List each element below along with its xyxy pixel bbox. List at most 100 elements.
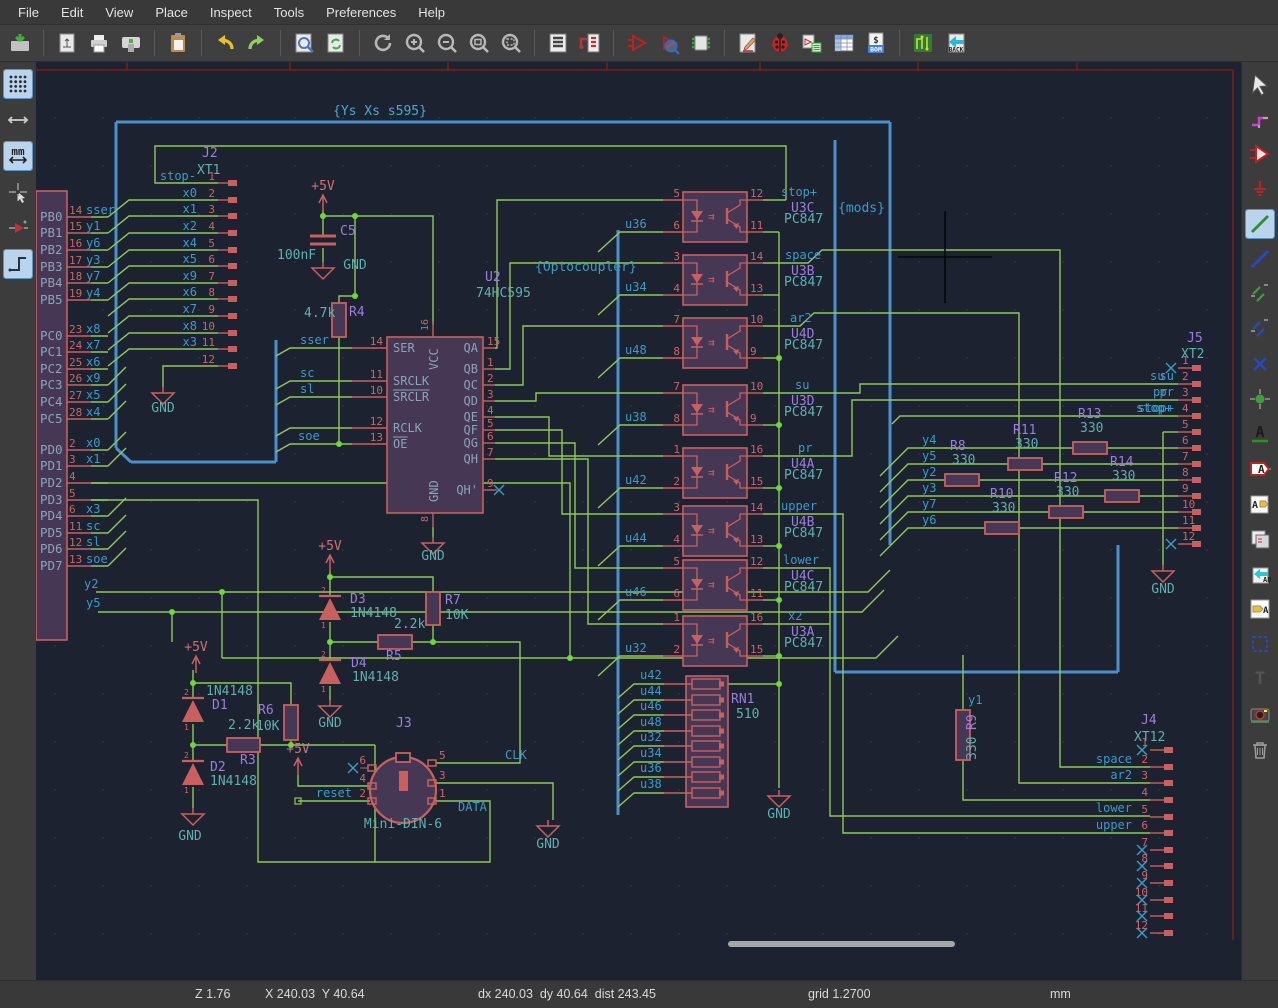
pin-number[interactable]: 12 — [1182, 530, 1195, 543]
plot-button[interactable] — [117, 29, 145, 57]
net-label-y1[interactable]: y1 — [968, 693, 982, 707]
zoom-fit-button[interactable] — [465, 29, 493, 57]
res-R11[interactable] — [1008, 458, 1042, 470]
hv-orientation-button[interactable] — [4, 250, 32, 278]
res-R8[interactable] — [945, 474, 979, 486]
mcu-pin-name[interactable]: PD1 — [40, 458, 63, 473]
net-label-y2[interactable]: y2 — [84, 577, 98, 591]
net-label-x5[interactable]: x5 — [86, 388, 100, 402]
net-label-u32[interactable]: u32 — [640, 730, 662, 744]
junction-dot[interactable] — [776, 422, 782, 428]
res-R14[interactable] — [1105, 490, 1139, 502]
pin-number[interactable]: 1 — [321, 621, 326, 630]
junction-dot[interactable] — [352, 213, 358, 219]
ref-R11[interactable]: R11 — [1013, 423, 1036, 438]
pin-number[interactable]: 2 — [359, 787, 366, 800]
pin-number[interactable]: 12 — [202, 353, 215, 366]
net-label-space[interactable]: space — [1096, 752, 1132, 766]
res-R13[interactable] — [1073, 442, 1107, 454]
pin-number[interactable]: 6 — [208, 253, 215, 266]
gnd-label[interactable]: GND — [767, 807, 791, 822]
pin-number[interactable]: 8 — [208, 286, 215, 299]
power-5v-label[interactable]: +5V — [318, 539, 342, 554]
net-label-lower[interactable]: lower — [1096, 801, 1132, 815]
hierarchy-navigator-button[interactable] — [544, 29, 572, 57]
pin-number[interactable]: 2 — [69, 437, 76, 450]
junction-dot[interactable] — [776, 543, 782, 549]
find-button[interactable] — [290, 29, 318, 57]
net-label-soe[interactable]: soe — [86, 552, 108, 566]
ref-R12[interactable]: R12 — [1054, 471, 1077, 486]
pin-number[interactable]: 1 — [487, 356, 494, 369]
rn1-resistor[interactable] — [692, 741, 720, 751]
pin-number[interactable]: 4 — [359, 772, 366, 785]
net-label-y6[interactable]: y6 — [922, 513, 936, 527]
net-label-x0[interactable]: x0 — [183, 186, 197, 200]
j2-pin-pad[interactable] — [228, 263, 237, 269]
J4-pin-pad[interactable] — [1164, 797, 1173, 803]
junction-dot[interactable] — [190, 742, 196, 748]
J5-pin-pad[interactable] — [1192, 365, 1201, 371]
net-label-y3[interactable]: y3 — [922, 481, 936, 495]
units-inch-button[interactable] — [4, 106, 32, 134]
J5-pin-pad[interactable] — [1192, 477, 1201, 483]
ref-D1[interactable]: D1 — [212, 698, 228, 713]
net-label-y5[interactable]: y5 — [922, 449, 936, 463]
pin-number[interactable]: 3 — [439, 769, 446, 782]
net-label-sl[interactable]: sl — [86, 535, 100, 549]
val-R4[interactable]: 4.7k — [304, 306, 335, 321]
pin-number[interactable]: 12 — [370, 415, 383, 428]
val-U3A[interactable]: PC847 — [784, 636, 823, 651]
net-label-x0[interactable]: x0 — [86, 436, 100, 450]
pin-number[interactable]: 4 — [673, 533, 680, 546]
menu-inspect[interactable]: Inspect — [200, 2, 262, 23]
J4-pin-pad[interactable] — [1164, 814, 1173, 820]
junction-button[interactable] — [1246, 385, 1274, 413]
page-settings-button[interactable] — [53, 29, 81, 57]
net-label-x9[interactable]: x9 — [86, 371, 100, 385]
pin-number[interactable]: 5 — [69, 487, 76, 500]
pin-number[interactable]: 1 — [321, 685, 326, 694]
junction-dot[interactable] — [352, 293, 358, 299]
ref-R6[interactable]: R6 — [258, 703, 274, 718]
graphic-lines-button[interactable] — [1246, 630, 1274, 658]
ref-R4[interactable]: R4 — [349, 305, 365, 320]
val-J3[interactable]: Mini-DIN-6 — [364, 817, 442, 832]
pin-number[interactable]: 8 — [420, 516, 431, 522]
rn1-resistor[interactable] — [692, 726, 720, 736]
wire-to-bus-entry-button[interactable] — [1246, 280, 1274, 308]
net-label-CLK[interactable]: CLK — [505, 748, 527, 762]
pin-number[interactable]: 1 — [208, 170, 215, 183]
leave-sheet-button[interactable] — [576, 29, 604, 57]
pin-number[interactable]: 9 — [208, 303, 215, 316]
pin-number[interactable]: 3 — [1182, 386, 1189, 399]
net-label-x8[interactable]: x8 — [86, 322, 100, 336]
J4-pin-pad[interactable] — [1164, 780, 1173, 786]
net-label-u34[interactable]: u34 — [625, 280, 647, 294]
mcu-pin-name[interactable]: PB4 — [40, 275, 63, 290]
mcu-pin-name[interactable]: PD7 — [40, 558, 63, 573]
import-sheet-pin-button[interactable]: AD — [1246, 560, 1274, 588]
net-label-stop-[interactable]: stop- — [160, 169, 196, 183]
pin-number[interactable]: 2 — [184, 751, 189, 760]
pin-number[interactable]: 10 — [1135, 886, 1148, 899]
pin-number[interactable]: 26 — [69, 372, 82, 385]
mcu-pin-name[interactable]: PD3 — [40, 492, 63, 507]
ref-J5[interactable]: J5 — [1187, 331, 1203, 346]
pin-number[interactable]: 14 — [69, 204, 83, 217]
cursor-shape-button[interactable] — [4, 178, 32, 206]
ref-D4[interactable]: D4 — [351, 656, 367, 671]
u2-pin-SER[interactable]: SER — [393, 341, 415, 355]
hierarchical-label-button[interactable]: A — [1246, 490, 1274, 518]
junction-dot[interactable] — [776, 653, 782, 659]
mcu-pin-name[interactable]: PB2 — [40, 242, 63, 257]
junction-dot[interactable] — [776, 597, 782, 603]
net-label-u44[interactable]: u44 — [625, 531, 647, 545]
gnd-label[interactable]: GND — [343, 258, 367, 273]
val-D3[interactable]: 1N4148 — [350, 606, 397, 621]
val-R3[interactable]: 2.2k — [228, 718, 259, 733]
net-label-y5[interactable]: y5 — [86, 596, 100, 610]
ref-R8[interactable]: R8 — [950, 439, 966, 454]
pin-number[interactable]: 8 — [673, 345, 680, 358]
ref-J3[interactable]: J3 — [396, 716, 412, 731]
